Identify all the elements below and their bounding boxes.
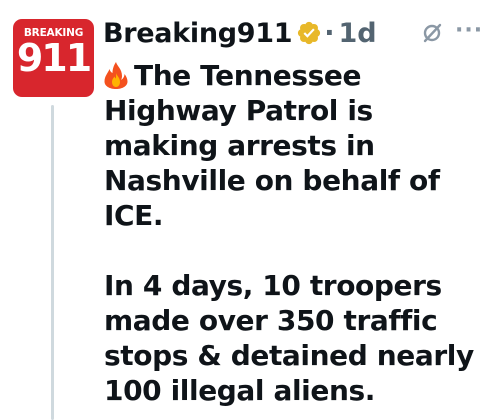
verified-badge-icon[interactable]	[296, 20, 322, 46]
post-text: The Tennessee Highway Patrol is making a…	[104, 58, 496, 408]
header-separator: ·	[324, 17, 335, 49]
post-header: Breaking911 · 1d	[103, 13, 377, 53]
post[interactable]: BREAKING 911 Breaking911 · 1d ··· The Te…	[0, 0, 500, 420]
grok-icon[interactable]	[421, 22, 443, 44]
post-paragraph: In 4 days, 10 troopers made over 350 tra…	[104, 269, 474, 407]
avatar-logo-number: 911	[16, 36, 92, 80]
post-paragraph-text: The Tennessee Highway Patrol is making a…	[104, 59, 440, 232]
thread-line	[51, 105, 54, 420]
post-paragraph: The Tennessee Highway Patrol is making a…	[104, 58, 496, 233]
more-options-icon[interactable]: ···	[455, 20, 483, 42]
post-timestamp[interactable]: 1d	[339, 18, 377, 49]
author-display-name[interactable]: Breaking911	[103, 18, 293, 49]
fire-icon	[104, 61, 128, 89]
avatar[interactable]: BREAKING 911	[13, 19, 94, 97]
